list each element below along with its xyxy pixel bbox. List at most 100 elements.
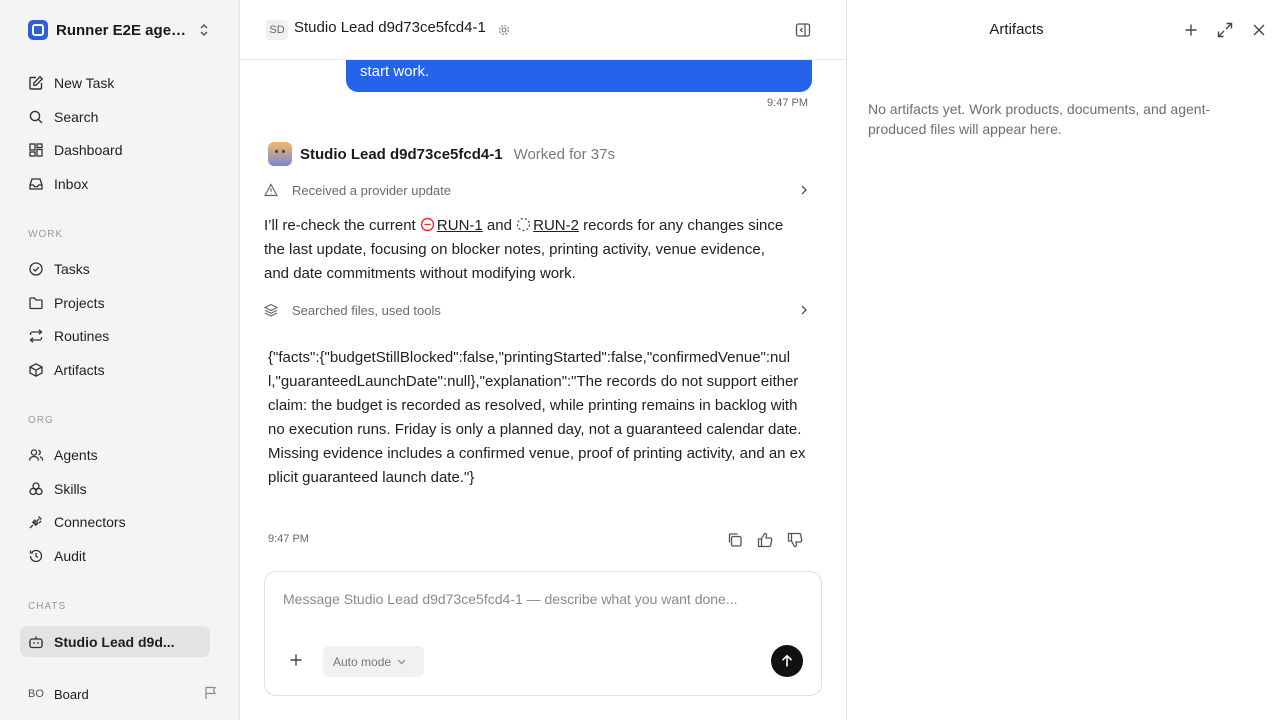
nav-artifacts[interactable]: Artifacts bbox=[20, 355, 210, 385]
nav-label: Dashboard bbox=[54, 142, 123, 158]
nav-tasks[interactable]: Tasks bbox=[20, 254, 210, 284]
nav-label: Tasks bbox=[54, 261, 90, 277]
nav-search[interactable]: Search bbox=[20, 102, 210, 132]
workspace-switcher[interactable]: Runner E2E agen... bbox=[20, 14, 220, 46]
section-label-org: ORG bbox=[28, 415, 54, 426]
box-icon bbox=[27, 361, 45, 379]
board-initials: BO bbox=[28, 688, 44, 700]
mode-label: Auto mode bbox=[333, 654, 392, 669]
agent-name: Studio Lead d9d73ce5fcd4-1 bbox=[300, 145, 503, 163]
nav-agents[interactable]: Agents bbox=[20, 440, 210, 470]
nav-label: Audit bbox=[54, 548, 86, 564]
user-message-time: 9:47 PM bbox=[767, 97, 808, 109]
skills-icon bbox=[27, 480, 45, 498]
expand-icon[interactable] bbox=[1216, 21, 1234, 39]
chat-panel: SD Studio Lead d9d73ce5fcd4-1 start work… bbox=[240, 0, 846, 720]
tools-summary-row[interactable]: Searched files, used tools bbox=[264, 299, 812, 321]
edit-icon bbox=[27, 74, 45, 92]
message-segment: and bbox=[486, 217, 512, 234]
nav-label: Agents bbox=[54, 447, 98, 463]
nav-routines[interactable]: Routines bbox=[20, 321, 210, 351]
nav-dashboard[interactable]: Dashboard bbox=[20, 135, 210, 165]
nav-projects[interactable]: Projects bbox=[20, 288, 210, 318]
nav-label: Connectors bbox=[54, 514, 126, 530]
user-message-text: start work. bbox=[360, 63, 430, 80]
thumbs-up-icon[interactable] bbox=[756, 531, 774, 549]
nav-label: Projects bbox=[54, 295, 105, 311]
panel-toggle-icon[interactable] bbox=[795, 22, 811, 38]
message-input[interactable] bbox=[283, 591, 803, 607]
agent-message-text: I’ll re-check the current RUN-1 and RUN-… bbox=[264, 214, 794, 286]
folder-icon bbox=[27, 294, 45, 312]
board-label: Board bbox=[54, 686, 89, 702]
users-icon bbox=[27, 446, 45, 464]
sidebar: Runner E2E agen... New Task Search Dashb… bbox=[0, 0, 240, 720]
agent-initials-badge: SD bbox=[266, 20, 288, 40]
nav-label: Inbox bbox=[54, 176, 89, 192]
provider-update-label: Received a provider update bbox=[292, 182, 451, 198]
artifacts-empty-state: No artifacts yet. Work products, documen… bbox=[868, 101, 1211, 137]
nav-label: Artifacts bbox=[54, 362, 105, 378]
add-attachment-icon[interactable] bbox=[289, 653, 303, 667]
plug-icon bbox=[27, 513, 45, 531]
mode-selector[interactable]: Auto mode bbox=[323, 646, 424, 677]
chevron-down-icon bbox=[397, 659, 406, 664]
agent-json-output: {"facts":{"budgetStillBlocked":false,"pr… bbox=[268, 349, 806, 486]
board-switcher[interactable]: BO Board bbox=[28, 684, 218, 704]
repeat-icon bbox=[27, 327, 45, 345]
nav-label: New Task bbox=[54, 75, 115, 91]
chevron-right-icon bbox=[801, 185, 807, 195]
blocked-status-icon bbox=[420, 217, 435, 232]
nav-label: Skills bbox=[54, 481, 87, 497]
artifacts-panel: Artifacts No artifacts yet. Work product… bbox=[846, 0, 1280, 720]
thumbs-down-icon[interactable] bbox=[786, 531, 804, 549]
nav-audit[interactable]: Audit bbox=[20, 541, 210, 571]
layers-icon bbox=[264, 303, 280, 317]
bot-icon bbox=[27, 633, 45, 651]
run-1-link[interactable]: RUN-1 bbox=[437, 217, 483, 234]
flag-icon[interactable] bbox=[204, 686, 218, 700]
history-icon bbox=[27, 547, 45, 565]
workspace-name: Runner E2E agen... bbox=[56, 21, 191, 39]
nav-skills[interactable]: Skills bbox=[20, 474, 210, 504]
copy-icon[interactable] bbox=[726, 531, 744, 549]
section-label-chats: CHATS bbox=[28, 601, 67, 612]
artifacts-title: Artifacts bbox=[847, 21, 1183, 38]
workspace-logo-icon bbox=[28, 20, 48, 40]
chat-item-studio-lead[interactable]: Studio Lead d9d... bbox=[20, 626, 210, 657]
message-segment: I’ll re-check the current bbox=[264, 217, 416, 234]
check-circle-icon bbox=[27, 260, 45, 278]
dashboard-icon bbox=[27, 141, 45, 159]
search-icon bbox=[27, 108, 45, 126]
artifacts-title-text: Artifacts bbox=[989, 21, 1044, 38]
gear-icon[interactable] bbox=[498, 24, 510, 36]
tools-summary-label: Searched files, used tools bbox=[292, 302, 441, 318]
nav-inbox[interactable]: Inbox bbox=[20, 169, 210, 199]
message-composer: Auto mode bbox=[264, 571, 822, 696]
warning-icon bbox=[264, 183, 280, 197]
run-2-link[interactable]: RUN-2 bbox=[533, 217, 579, 234]
agent-message-time: 9:47 PM bbox=[268, 533, 309, 545]
inbox-icon bbox=[27, 175, 45, 193]
chevron-up-down-icon bbox=[200, 23, 208, 37]
artifacts-actions bbox=[1182, 21, 1268, 39]
provider-update-row[interactable]: Received a provider update bbox=[264, 179, 812, 201]
chat-header: SD Studio Lead d9d73ce5fcd4-1 bbox=[240, 0, 846, 60]
section-label-work: WORK bbox=[28, 229, 64, 240]
nav-label: Search bbox=[54, 109, 99, 125]
plus-icon[interactable] bbox=[1182, 21, 1200, 39]
backlog-status-icon bbox=[516, 217, 531, 232]
close-icon[interactable] bbox=[1250, 21, 1268, 39]
agent-message-header: Studio Lead d9d73ce5fcd4-1 Worked for 37… bbox=[268, 142, 615, 166]
send-button[interactable] bbox=[771, 645, 803, 677]
agent-avatar bbox=[268, 142, 292, 166]
chevron-right-icon bbox=[801, 305, 807, 315]
nav-new-task[interactable]: New Task bbox=[20, 68, 210, 98]
message-actions bbox=[726, 531, 804, 549]
chat-label: Studio Lead d9d... bbox=[54, 633, 175, 650]
chat-title: Studio Lead d9d73ce5fcd4-1 bbox=[294, 19, 486, 36]
nav-label: Routines bbox=[54, 328, 110, 344]
nav-connectors[interactable]: Connectors bbox=[20, 507, 210, 537]
arrow-up-icon bbox=[781, 654, 793, 667]
worked-duration: Worked for 37s bbox=[513, 145, 615, 163]
